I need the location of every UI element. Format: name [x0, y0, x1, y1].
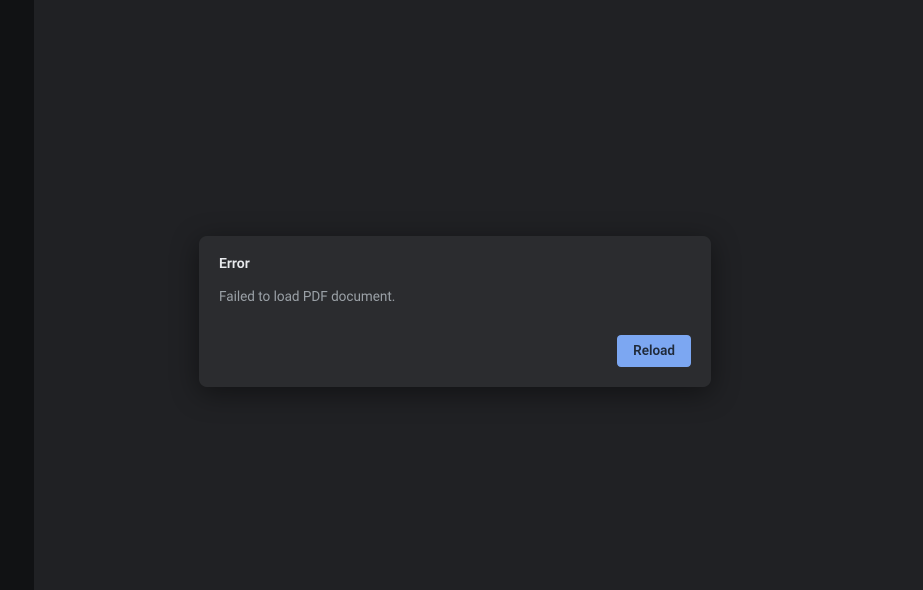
main-content-area: Error Failed to load PDF document. Reloa…	[34, 0, 923, 590]
dialog-button-row: Reload	[219, 335, 691, 367]
error-dialog-message: Failed to load PDF document.	[219, 288, 691, 307]
reload-button[interactable]: Reload	[617, 335, 691, 367]
error-dialog-title: Error	[219, 256, 691, 272]
left-sidebar-strip	[0, 0, 34, 590]
error-dialog: Error Failed to load PDF document. Reloa…	[199, 236, 711, 387]
